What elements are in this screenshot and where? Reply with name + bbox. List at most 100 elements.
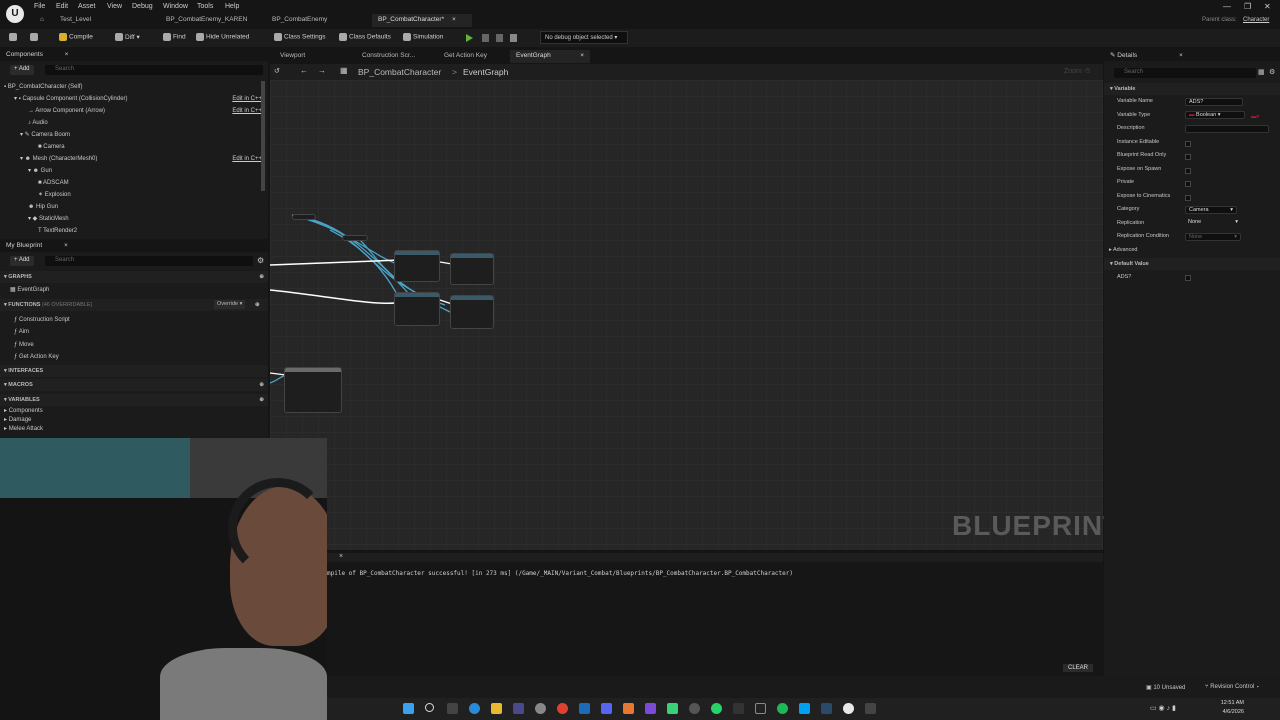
macros-section[interactable]: ▾ MACROS ⊕	[0, 379, 268, 391]
tab-combat-enemy[interactable]: BP_CombatEnemy	[266, 14, 333, 27]
blender-icon[interactable]	[623, 703, 634, 714]
tab-get-action-key[interactable]: Get Action Key	[438, 50, 493, 63]
browse-icon[interactable]	[30, 33, 40, 41]
edit-cpp-link[interactable]: Edit in C++	[232, 153, 262, 165]
override-dropdown[interactable]: Override ▾	[214, 300, 246, 309]
add-graph-icon[interactable]: ⊕	[259, 271, 264, 283]
breadcrumb-root[interactable]: BP_CombatCharacter	[358, 67, 441, 77]
back-arrow-icon[interactable]: ←	[300, 66, 308, 75]
advanced-toggle[interactable]: ▸ Advanced	[1109, 244, 1277, 258]
category-dropdown[interactable]: Camera ▾	[1185, 206, 1237, 214]
read-only-checkbox[interactable]	[1185, 154, 1191, 160]
save-icon[interactable]	[9, 33, 19, 41]
tab-event-graph[interactable]: EventGraph ×	[510, 50, 590, 63]
expose-spawn-checkbox[interactable]	[1185, 168, 1191, 174]
whatsapp-icon[interactable]	[711, 703, 722, 714]
variable-group[interactable]: ▸ Components	[4, 407, 43, 416]
variable-group[interactable]: ▸ Damage	[4, 416, 31, 425]
instance-editable-checkbox[interactable]	[1185, 141, 1191, 147]
compile-button[interactable]: Compile	[59, 33, 93, 41]
app-icon[interactable]	[645, 703, 656, 714]
close-icon[interactable]: ×	[452, 16, 456, 23]
file-explorer-icon[interactable]	[491, 703, 502, 714]
menu-tools[interactable]: Tools	[197, 3, 213, 10]
revision-control-button[interactable]: ⑂ Revision Control ▾	[1205, 684, 1260, 690]
variable-section[interactable]: ▾ Variable	[1104, 83, 1280, 95]
settings-icon[interactable]	[535, 703, 546, 714]
grid-view-icon[interactable]: ▦	[1258, 68, 1265, 76]
history-icon[interactable]: ↺	[274, 67, 280, 75]
app-icon[interactable]	[865, 703, 876, 714]
description-input[interactable]	[1185, 125, 1269, 133]
discord-icon[interactable]	[601, 703, 612, 714]
hide-unrelated-button[interactable]: Hide Unrelated	[196, 33, 249, 41]
simulation-button[interactable]: Simulation	[403, 33, 443, 41]
forward-arrow-icon[interactable]: →	[318, 66, 326, 75]
tree-item[interactable]: ▾ ✎ Camera Boom	[4, 129, 262, 141]
find-button[interactable]: Find	[163, 33, 186, 41]
tree-item[interactable]: ☻ Hip Gun	[4, 201, 262, 213]
graph-node[interactable]	[342, 235, 368, 241]
close-icon[interactable]: ×	[339, 553, 343, 560]
blueprint-search-input[interactable]: Search	[45, 256, 253, 266]
add-function-icon[interactable]: ⊕	[255, 299, 260, 311]
edit-cpp-link[interactable]: Edit in C++	[232, 105, 262, 117]
variable-group[interactable]: ▸ Melee Attack	[4, 425, 43, 434]
menu-debug[interactable]: Debug	[132, 3, 153, 10]
graph-node[interactable]	[284, 367, 342, 413]
system-tray-icons[interactable]: ▭ ◉ ♪ ▮	[1150, 704, 1176, 712]
tree-item[interactable]: → Arrow Component (Arrow) Edit in C++	[4, 105, 262, 117]
close-icon[interactable]: ×	[65, 51, 69, 58]
clear-button[interactable]: CLEAR	[1063, 664, 1094, 672]
search-icon[interactable]	[425, 703, 434, 712]
components-search-input[interactable]: Search	[45, 65, 263, 75]
edit-cpp-link[interactable]: Edit in C++	[232, 93, 262, 105]
close-window-icon[interactable]: ✕	[1264, 2, 1271, 11]
add-component-button[interactable]: + Add	[10, 65, 34, 75]
container-type-dropdown[interactable]: ▬▾	[1251, 111, 1259, 125]
start-icon[interactable]	[403, 703, 414, 714]
default-value-checkbox[interactable]	[1185, 275, 1191, 281]
tree-item[interactable]: ▾ ☻ Gun	[4, 165, 262, 177]
graphs-section[interactable]: ▾ GRAPHS ⊕	[0, 271, 268, 283]
epic-games-icon[interactable]	[755, 703, 766, 714]
graph-node[interactable]	[394, 292, 440, 326]
close-icon[interactable]: ×	[580, 52, 584, 59]
tree-item[interactable]: ▾ ▪ Capsule Component (CollisionCylinder…	[4, 93, 262, 105]
private-checkbox[interactable]	[1185, 181, 1191, 187]
functions-section[interactable]: ▾ FUNCTIONS (46 OVERRIDABLE) Override ▾ …	[0, 299, 268, 311]
gear-icon[interactable]: ⚙	[1269, 68, 1275, 76]
menu-window[interactable]: Window	[163, 3, 188, 10]
details-search-input[interactable]: Search	[1114, 68, 1256, 78]
tree-item[interactable]: ■ ADSCAM	[4, 177, 262, 189]
function-item[interactable]: ƒ Construction Script	[14, 314, 70, 326]
add-macro-icon[interactable]: ⊕	[259, 379, 264, 391]
app-icon[interactable]	[799, 703, 810, 714]
tree-item[interactable]: ▾ ☻ Mesh (CharacterMesh0) Edit in C++	[4, 153, 262, 165]
interfaces-section[interactable]: ▾ INTERFACES	[0, 365, 268, 377]
event-graph-canvas[interactable]: BLUEPRINT	[270, 80, 1120, 550]
variables-section[interactable]: ▾ VARIABLES ⊕	[0, 394, 268, 406]
cinematics-checkbox[interactable]	[1185, 195, 1191, 201]
graph-node[interactable]	[292, 214, 316, 220]
replication-condition-dropdown[interactable]: None ▾	[1185, 233, 1241, 241]
tree-item[interactable]: ✶ Explosion	[4, 189, 262, 201]
menu-help[interactable]: Help	[225, 3, 239, 10]
tree-item[interactable]: ▪ BP_CombatCharacter (Self)	[4, 81, 262, 93]
play-icon[interactable]	[466, 34, 473, 42]
menu-file[interactable]: File	[34, 3, 45, 10]
gear-icon[interactable]: ⚙	[257, 256, 264, 265]
maximize-icon[interactable]: ❐	[1244, 2, 1251, 11]
app-icon[interactable]	[667, 703, 678, 714]
class-defaults-button[interactable]: Class Defaults	[339, 33, 391, 41]
steam-icon[interactable]	[821, 703, 832, 714]
default-value-section[interactable]: ▾ Default Value	[1104, 258, 1280, 270]
unsaved-indicator[interactable]: ▣ 10 Unsaved	[1146, 684, 1185, 691]
breadcrumb-graph[interactable]: EventGraph	[463, 67, 508, 77]
add-variable-icon[interactable]: ⊕	[259, 394, 264, 406]
step-icon[interactable]	[482, 34, 489, 42]
diff-button[interactable]: Diff ▾	[115, 33, 140, 42]
home-icon[interactable]: ⌂	[34, 14, 50, 27]
minimize-icon[interactable]: —	[1223, 2, 1231, 11]
menu-view[interactable]: View	[107, 3, 122, 10]
